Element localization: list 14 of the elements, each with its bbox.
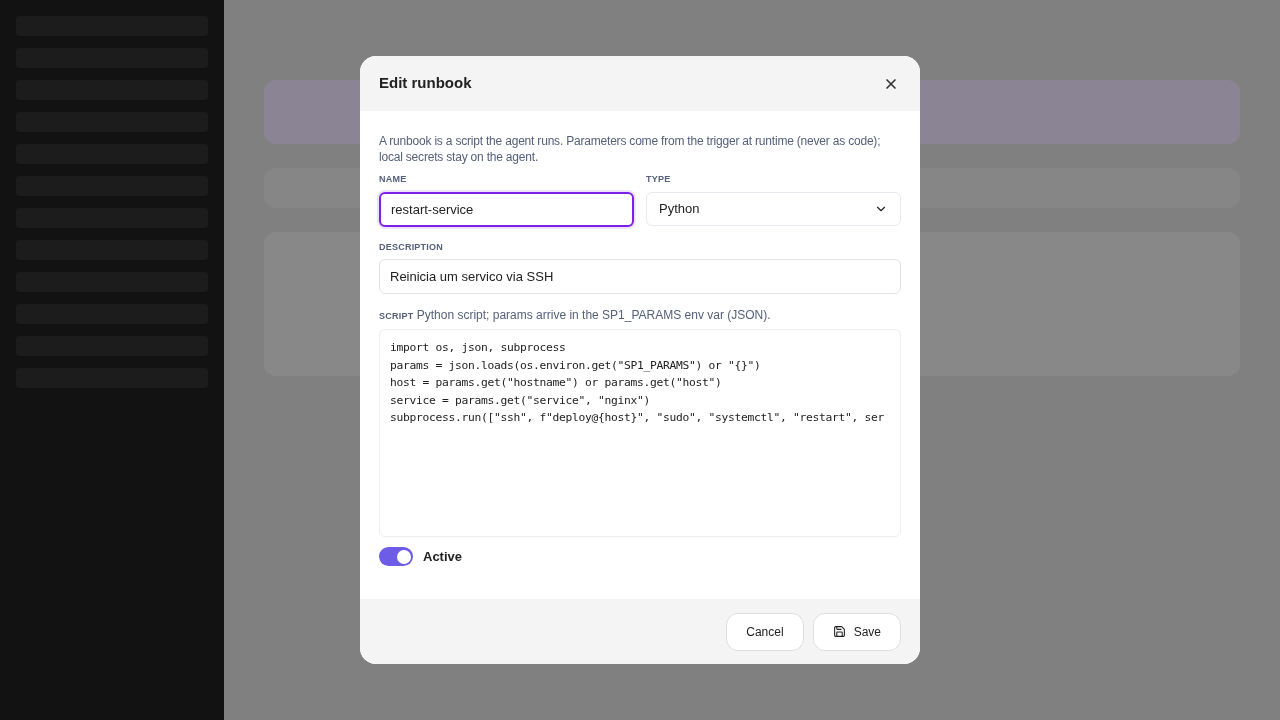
dialog-title: Edit runbook xyxy=(379,73,472,94)
intro-text: A runbook is a script the agent runs. Parameters come from the trigger at runtime (never as code); local secrets stay on the agent. xyxy=(379,133,882,165)
name-field[interactable]: restart-service xyxy=(379,191,634,227)
cancel-button[interactable]: Cancel xyxy=(726,612,804,651)
description-field[interactable]: Reinicia um servico via SSH xyxy=(379,259,901,294)
active-label: Active xyxy=(423,548,463,566)
name-label: NAME xyxy=(379,173,408,186)
save-button[interactable]: Save xyxy=(812,612,901,651)
script-hint: SCRIPT Python script; params arrive in the SP1_PARAMS env var (JSON). xyxy=(379,307,772,324)
type-label: TYPE xyxy=(646,173,672,186)
active-toggle[interactable] xyxy=(379,547,413,567)
type-select[interactable]: Python xyxy=(646,191,901,226)
description-label: DESCRIPTION xyxy=(379,240,444,254)
script-editor[interactable]: import os, json, subprocess params = json.loads(os.environ.get("SP1_PARAMS") or "{}") host = params.get("hostname") or params.get("host") service = params.get("service", "nginx") subprocess.run(["ssh", f"deploy@{host}", "sudo", "systemctl", "restart", ser xyxy=(379,329,901,537)
